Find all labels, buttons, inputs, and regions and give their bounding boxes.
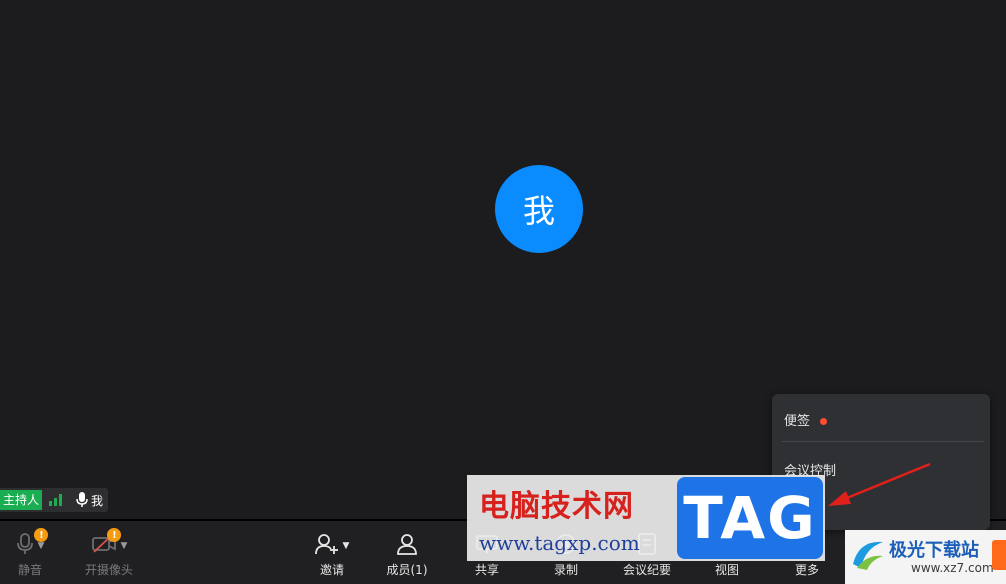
side-tab[interactable]	[992, 540, 1006, 570]
add-user-icon	[314, 533, 339, 559]
members-button[interactable]: 成员(1)	[385, 521, 429, 584]
meeting-minutes-label: 会议纪要	[622, 563, 671, 577]
host-badge: 主持人	[0, 490, 43, 510]
participant-name: 我	[91, 493, 104, 508]
signal-strength-icon	[49, 494, 63, 506]
watermark-banner: 电脑技术网 www.tagxp.com TAG	[467, 475, 825, 561]
warning-icon: !	[34, 528, 49, 542]
microphone-icon	[76, 492, 88, 508]
mute-button[interactable]: ! ▼ 静音	[10, 521, 50, 584]
members-label: 成员(1)	[386, 563, 428, 577]
brand-url: www.xz7.com	[911, 561, 994, 575]
invite-label: 邀请	[319, 563, 344, 577]
invite-button[interactable]: ▼ 邀请	[310, 521, 354, 584]
members-icon	[395, 533, 419, 559]
watermark-site-name: 电脑技术网	[479, 489, 634, 524]
brand-name: 极光下载站	[889, 540, 979, 561]
menu-item-sticky-notes[interactable]: 便签	[784, 410, 828, 429]
self-avatar: 我	[495, 165, 583, 253]
camera-label: 开摄像头	[84, 563, 133, 577]
avatar-text: 我	[522, 192, 555, 230]
view-label: 视图	[714, 563, 739, 577]
microphone-icon	[16, 533, 34, 559]
menu-item-label: 便签	[784, 414, 811, 429]
chevron-down-icon[interactable]: ▼	[38, 541, 45, 551]
share-label: 共享	[474, 563, 499, 577]
chevron-down-icon[interactable]: ▼	[343, 541, 350, 551]
more-label: 更多	[794, 563, 819, 577]
camera-button[interactable]: ! ▼ 开摄像头	[82, 521, 136, 584]
brand-watermark: 极光下载站 www.xz7.com	[845, 530, 1006, 584]
watermark-tag-logo: TAG	[677, 477, 823, 559]
watermark-site-url: www.tagxp.com	[479, 531, 640, 555]
chevron-down-icon[interactable]: ▼	[121, 541, 128, 551]
annotation-arrow	[828, 462, 931, 506]
record-label: 录制	[553, 563, 578, 577]
mute-label: 静音	[17, 563, 42, 577]
warning-icon: !	[107, 528, 122, 542]
participant-name-tag: 主持人 我	[0, 488, 108, 512]
new-badge-dot	[820, 418, 828, 425]
aurora-logo-icon	[849, 534, 887, 578]
menu-divider	[782, 441, 984, 442]
